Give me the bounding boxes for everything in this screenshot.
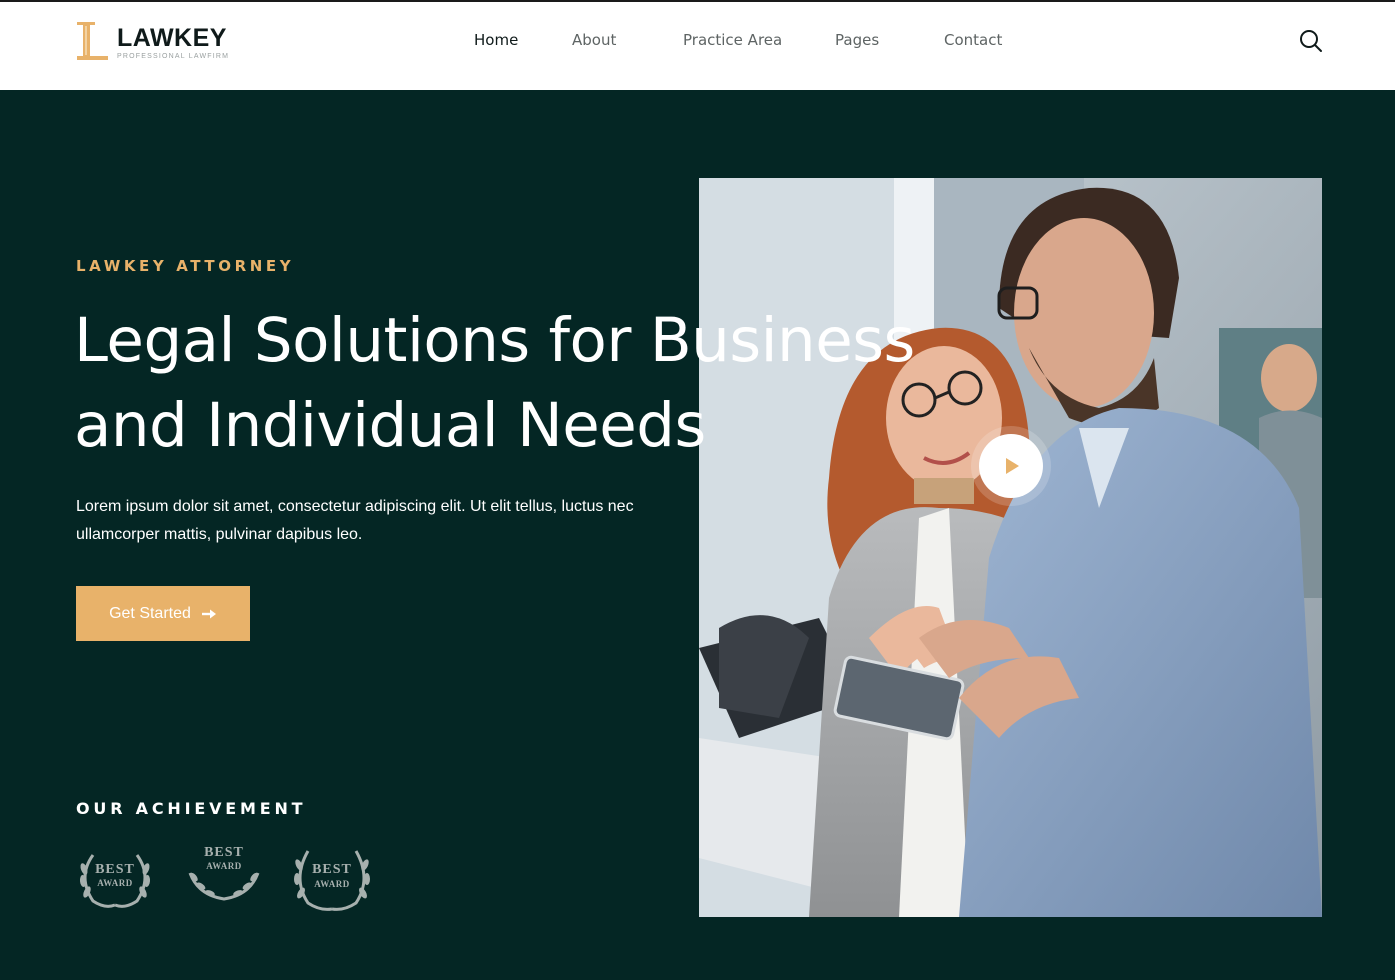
hero-headline-line1: Legal Solutions for Business	[74, 305, 915, 376]
search-icon	[1300, 30, 1322, 52]
award-subtitle: AWARD	[97, 878, 133, 888]
award-subtitle: AWARD	[314, 879, 350, 889]
search-button[interactable]	[1298, 28, 1324, 54]
arrow-right-icon	[201, 609, 216, 618]
award-title: BEST	[312, 862, 352, 877]
nav-item-about[interactable]: About	[572, 31, 616, 49]
hero-description: Lorem ipsum dolor sit amet, consectetur …	[76, 498, 634, 543]
nav-item-home[interactable]: Home	[474, 31, 518, 49]
award-badge-2: BEST AWARD	[184, 843, 264, 907]
award-title: BEST	[204, 845, 244, 860]
hero-photo	[699, 178, 1322, 917]
nav-item-contact[interactable]: Contact	[944, 31, 1002, 49]
award-subtitle: AWARD	[206, 861, 242, 871]
main-nav: Home About Practice Area Pages Contact	[0, 2, 1395, 90]
achievement-title: OUR ACHIEVEMENT	[76, 799, 307, 818]
play-video-button[interactable]	[979, 434, 1043, 498]
nav-item-pages[interactable]: Pages	[835, 31, 879, 49]
hero-headline-line2: and Individual Needs	[74, 390, 706, 461]
award-badge-3: BEST AWARD	[292, 847, 372, 911]
hero-eyebrow: LAWKEY ATTORNEY	[76, 257, 295, 275]
get-started-button[interactable]: Get Started	[76, 586, 250, 641]
award-title: BEST	[95, 862, 135, 877]
play-icon	[1006, 458, 1019, 474]
office-meeting-illustration	[699, 178, 1322, 917]
nav-item-practice-area[interactable]: Practice Area	[683, 31, 782, 49]
get-started-label: Get Started	[109, 604, 191, 622]
site-header: LAWKEY PROFESSIONAL LAWFIRM Home About P…	[0, 2, 1395, 90]
hero-section: LAWKEY ATTORNEY Legal Solutions for Busi…	[0, 90, 1395, 980]
award-badge-1: BEST AWARD	[75, 847, 155, 911]
hero-headline: Legal Solutions for Business and Individ…	[74, 298, 974, 468]
